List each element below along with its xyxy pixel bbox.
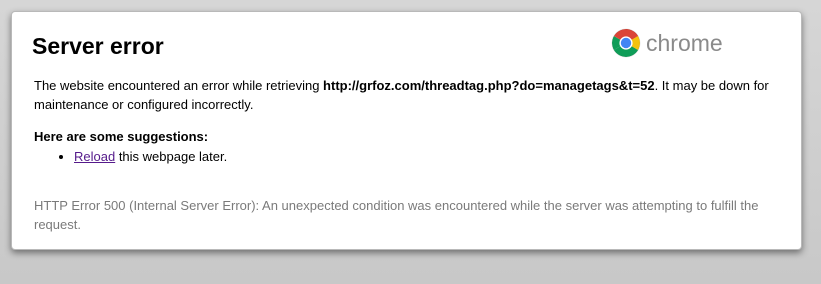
list-item: Reload this webpage later. bbox=[74, 148, 227, 166]
suggestions-heading: Here are some suggestions: bbox=[34, 129, 209, 144]
chrome-logo-icon bbox=[611, 28, 641, 58]
brand-label: chrome bbox=[646, 30, 723, 56]
message-prefix: The website encountered an error while r… bbox=[34, 78, 324, 93]
chrome-branding: chrome bbox=[611, 26, 723, 60]
error-card: Server error chrome The website encounte… bbox=[11, 11, 802, 250]
failed-url: http://grfoz.com/threadtag.php?do=manage… bbox=[323, 78, 655, 93]
suggestions-list: Reload this webpage later. bbox=[34, 148, 227, 166]
page-background: Server error chrome The website encounte… bbox=[0, 0, 821, 284]
page-title: Server error bbox=[32, 33, 164, 59]
reload-link[interactable]: Reload bbox=[74, 149, 115, 164]
error-message: The website encountered an error while r… bbox=[34, 76, 786, 114]
suggestion-text: this webpage later. bbox=[115, 149, 228, 164]
error-details: HTTP Error 500 (Internal Server Error): … bbox=[34, 198, 759, 232]
